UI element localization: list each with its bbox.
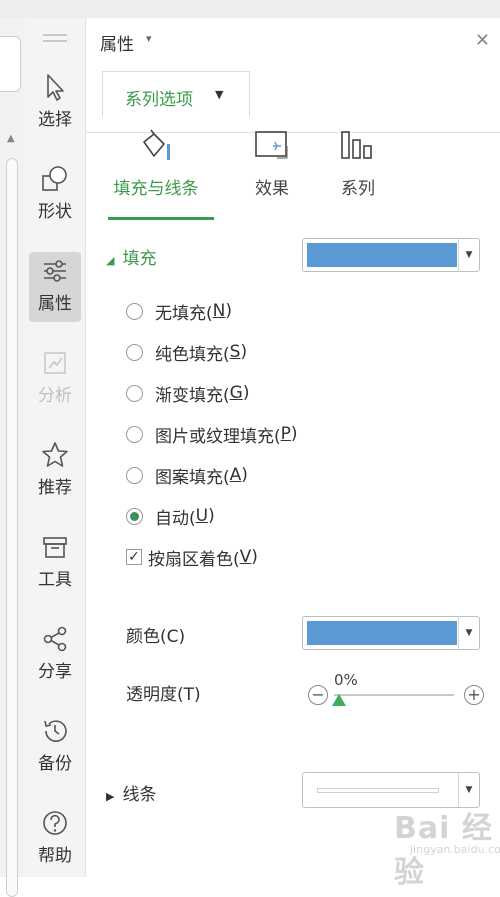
rail-item-label: 属性 [38,294,72,314]
vertical-scrollbar[interactable] [6,158,18,897]
collapsed-triangle-icon: ▶ [106,790,115,803]
fill-color-dropdown[interactable]: ▼ [302,238,480,272]
fill-heading: 填充 [122,249,157,269]
panel-title[interactable]: 属性 [100,30,134,55]
radio-solid-fill[interactable]: 纯色填充(S) [126,339,247,365]
color-swatch [307,621,457,645]
rail-item-analyze: 分析 [29,344,81,414]
rail-item-label: 形状 [38,202,72,222]
rail-item-label: 帮助 [38,846,72,866]
toolbox-icon [43,537,67,558]
paint-bucket-icon [143,129,170,160]
share-icon [43,626,67,652]
radio-button[interactable] [126,466,143,484]
increase-button[interactable]: + [464,685,484,705]
rail-item-recommend[interactable]: 推荐 [29,436,81,506]
slider-thumb[interactable] [332,694,346,706]
subtab-label: 系列 [341,179,375,199]
dropdown-arrow-icon: ▼ [458,239,479,271]
rail-drag-handle[interactable] [43,34,67,42]
line-heading: 线条 [122,785,157,805]
cursor-icon [47,74,64,101]
analyze-icon [44,352,66,374]
checkbox-vary-colors[interactable]: ✓ 按扇区着色(V) [126,544,258,570]
dropdown-arrow-icon: ▼ [458,617,479,649]
rail-item-label: 分析 [38,386,72,406]
decrease-button[interactable]: − [308,685,328,705]
close-icon[interactable]: ✕ [475,30,490,51]
tab-series-options[interactable]: 系列选项 ▼ [102,71,250,117]
rail-item-backup[interactable]: 备份 [29,712,81,782]
radio-button[interactable] [126,507,143,525]
slider-track[interactable] [334,694,454,696]
rail-item-help[interactable]: 帮助 [29,804,81,874]
subtab-fill-line[interactable]: 填充与线条 [106,128,214,220]
rail-item-label: 推荐 [38,478,72,498]
radio-no-fill[interactable]: 无填充(N) [126,298,232,324]
chevron-down-icon[interactable]: ▾ [146,32,152,45]
rail-item-tools[interactable]: 工具 [29,528,81,598]
color-label: 颜色(C) [126,627,186,647]
shapes-icon [42,166,67,191]
checkbox[interactable]: ✓ [126,549,142,565]
rail-item-properties[interactable]: 属性 [29,252,81,322]
watermark: Bai 经验 jingyan.baidu.com [394,811,500,890]
radio-picture-texture-fill[interactable]: 图片或纹理填充(P) [126,421,298,447]
rail-item-select[interactable]: 选择 [29,68,81,138]
sliders-icon [44,260,66,282]
subtab-label: 填充与线条 [113,179,199,199]
window-top-strip [0,0,500,19]
radio-button[interactable] [126,425,143,443]
dropdown-arrow-icon: ▼ [458,773,479,807]
rail-item-label: 工具 [38,570,72,590]
radio-automatic[interactable]: 自动(U) [126,503,215,529]
radio-button[interactable] [126,343,143,361]
tab-label: 系列选项 [125,90,193,110]
transparency-value: 0% [334,671,358,689]
transparency-label: 透明度(T) [126,685,201,705]
expanded-triangle-icon: ◢ [106,254,115,267]
active-tab-underline [108,217,214,220]
properties-panel: 属性 ▾ ✕ 系列选项 ▼ 填充与线条 效果 系列 ◢ 填充 ▼ 无填充(N) 纯… [86,18,500,890]
left-edge-input[interactable] [0,36,21,92]
help-icon [43,811,67,835]
chevron-down-icon[interactable]: ▼ [215,88,223,101]
effects-icon [255,131,288,159]
side-rail: 选择 形状 属性 分析 推荐 工具 分享 备份 帮助 [25,18,86,877]
rail-item-share[interactable]: 分享 [29,620,81,690]
rail-item-shapes[interactable]: 形状 [29,160,81,230]
line-section-header[interactable]: ▶ 线条 [106,780,156,805]
fill-section-header[interactable]: ◢ 填充 [106,244,156,269]
subtab-label: 效果 [255,179,289,199]
radio-gradient-fill[interactable]: 渐变填充(G) [126,380,249,406]
scroll-up-arrow-icon[interactable]: ▲ [7,133,15,144]
series-bars-icon [341,131,372,159]
color-dropdown[interactable]: ▼ [302,616,480,650]
rail-item-label: 备份 [38,754,72,774]
radio-button[interactable] [126,302,143,320]
fill-color-swatch [307,243,457,267]
left-scroll-area: ▲ [0,18,25,897]
radio-button[interactable] [126,384,143,402]
line-preview [317,788,439,793]
star-icon [42,442,68,467]
subtab-series[interactable]: 系列 [308,128,408,218]
rail-item-label: 分享 [38,662,72,682]
subtab-effects[interactable]: 效果 [222,128,322,218]
transparency-slider[interactable]: 0% − + [308,671,484,709]
history-icon [44,720,67,742]
rail-item-label: 选择 [38,110,72,130]
radio-pattern-fill[interactable]: 图案填充(A) [126,462,248,488]
